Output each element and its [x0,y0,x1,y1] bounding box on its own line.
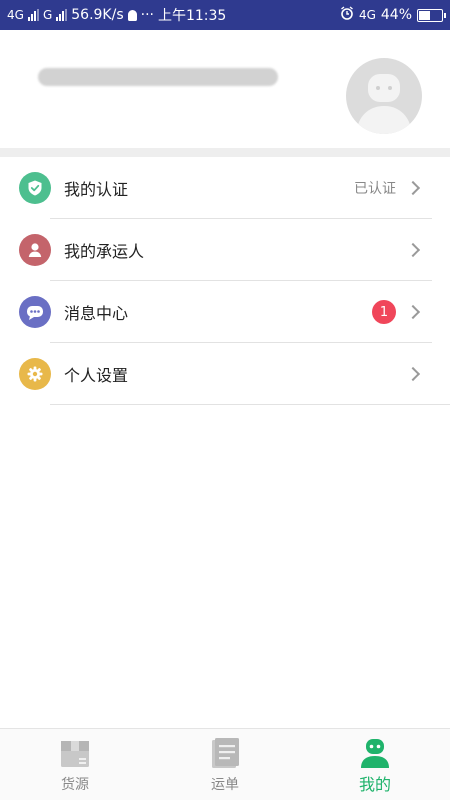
tab-label: 运单 [211,777,239,793]
section-divider [0,148,450,157]
signal-icon-2 [56,9,68,21]
menu-item-label: 消息中心 [64,304,129,323]
qq-notification-icon [127,9,137,21]
network-label-3: 4G [358,8,376,22]
avatar-head-icon [368,74,400,102]
tab-mine[interactable]: 我的 [300,729,450,800]
status-right: 4G 44% [340,6,446,24]
more-notifications-icon: ··· [140,7,154,23]
menu-item-label: 我的承运人 [64,242,145,261]
user-name-redacted [38,68,278,86]
tab-label: 货源 [61,777,89,793]
tab-label: 我的 [358,775,391,794]
status-left: 4G G 56.9K/s ··· 上午11:35 [7,5,226,25]
document-icon [209,737,241,769]
tab-cargo[interactable]: 货源 [0,729,150,800]
menu-item-carrier[interactable]: 我的承运人 [0,219,450,281]
person-icon [19,234,51,266]
menu-item-label: 我的认证 [64,180,129,199]
bottom-tab-bar: 货源 运单 我的 [0,728,450,800]
shield-check-icon [19,172,51,204]
menu-item-certification[interactable]: 我的认证 已认证 [0,157,450,219]
network-label: 4G [7,8,24,22]
robot-avatar-icon [359,737,391,769]
chevron-right-icon [405,242,421,258]
box-icon [59,737,91,769]
avatar[interactable] [346,58,422,134]
certification-status: 已认证 [354,181,396,197]
signal-icon [27,9,39,21]
gear-icon [19,358,51,390]
menu-item-settings[interactable]: 个人设置 [0,343,450,405]
avatar-body-icon [357,106,411,134]
separator [50,404,450,405]
menu-item-messages[interactable]: 消息中心 1 [0,281,450,343]
network-speed: 56.9K/s [71,7,124,23]
tab-waybill[interactable]: 运单 [150,729,300,800]
status-bar: 4G G 56.9K/s ··· 上午11:35 4G 44% [0,0,450,30]
chevron-right-icon [405,180,421,196]
chevron-right-icon [405,366,421,382]
unread-badge: 1 [372,300,396,324]
chat-bubble-icon [19,296,51,328]
network-label-2: G [42,8,53,22]
menu-item-label: 个人设置 [64,366,129,385]
chevron-right-icon [405,304,421,320]
clock: 上午11:35 [157,8,227,24]
menu-list: 我的认证 已认证 我的承运人 消息中心 1 个人设置 [0,157,450,405]
profile-header[interactable] [0,30,450,148]
alarm-icon [340,6,354,24]
battery-icon [417,8,446,22]
battery-percent: 44% [380,7,412,23]
